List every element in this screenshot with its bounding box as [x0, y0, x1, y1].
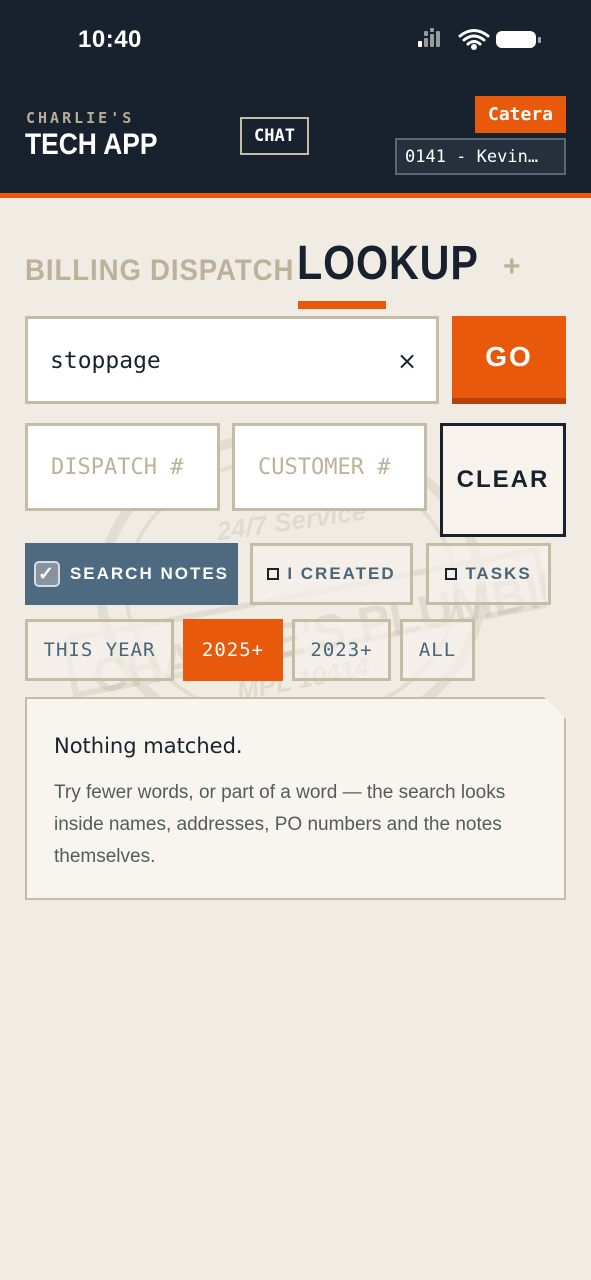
range-2023-plus[interactable]: 2023+ [292, 619, 391, 681]
customer-number-field[interactable] [232, 423, 427, 511]
wifi-icon [458, 29, 490, 50]
card-folded-corner [544, 697, 566, 719]
empty-results-title: Nothing matched. [54, 734, 243, 758]
chat-button[interactable]: CHAT [240, 117, 309, 155]
empty-results-card: Nothing matched. Try fewer words, or par… [25, 697, 566, 900]
customer-number-input[interactable] [235, 426, 424, 508]
tasks-toggle[interactable]: TASKS [426, 543, 551, 605]
add-tab-button[interactable]: + [503, 250, 522, 284]
empty-results-message: Try fewer words, or part of a word — the… [54, 782, 506, 867]
range-2025-plus[interactable]: 2025+ [183, 619, 283, 681]
clear-search-icon[interactable]: × [397, 347, 417, 375]
checkbox-checked-icon: ✓ [33, 561, 60, 587]
cellular-signal-icon [418, 28, 440, 47]
battery-icon [496, 31, 541, 48]
range-this-year[interactable]: THIS YEAR [25, 619, 174, 681]
user-selector[interactable]: 0141 - Kevin… [395, 138, 566, 175]
active-tab-indicator [298, 301, 386, 309]
org-badge[interactable]: Catera [475, 96, 566, 133]
checkbox-empty-icon [267, 568, 280, 580]
status-icons [418, 28, 541, 50]
clear-button[interactable]: CLEAR [440, 423, 566, 537]
brand-title: TECH APP [25, 128, 158, 161]
brand-subtitle: CHARLIE'S [26, 109, 135, 127]
i-created-toggle[interactable]: I CREATED [250, 543, 413, 605]
search-input[interactable] [50, 341, 370, 381]
checkbox-empty-icon [445, 568, 458, 580]
i-created-label: I CREATED [287, 564, 396, 583]
search-notes-toggle[interactable]: ✓ SEARCH NOTES [25, 543, 238, 605]
dispatch-number-field[interactable] [25, 423, 220, 511]
go-button[interactable]: GO [452, 316, 566, 404]
tab-lookup[interactable]: LOOKUP [297, 236, 479, 291]
tab-billing[interactable]: BILLING [25, 254, 142, 288]
search-field[interactable]: × [25, 316, 439, 404]
search-notes-label: SEARCH NOTES [69, 564, 230, 583]
range-all[interactable]: ALL [400, 619, 475, 681]
dispatch-number-input[interactable] [28, 426, 217, 508]
tasks-label: TASKS [465, 564, 532, 583]
tab-dispatch[interactable]: DISPATCH [150, 254, 294, 288]
app-header: 10:40 CHARLIE'S TECH APP CHAT Catera 014… [0, 0, 591, 193]
status-time: 10:40 [78, 26, 142, 53]
header-accent-line [0, 193, 591, 198]
